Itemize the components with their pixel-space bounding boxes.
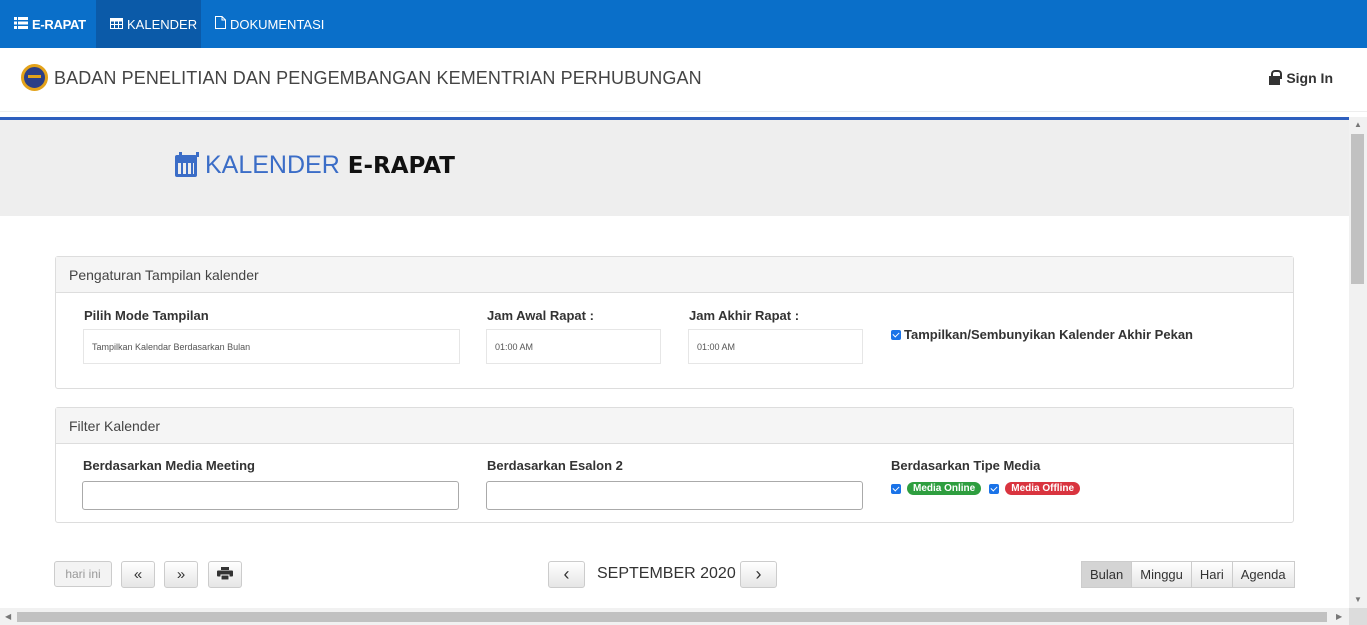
mode-select[interactable]: Tampilkan Kalendar Berdasarkan Bulan [83, 329, 460, 364]
horizontal-scroll-thumb[interactable] [17, 612, 1327, 622]
scrollbar-corner [1349, 608, 1367, 625]
offline-checkbox[interactable] [989, 483, 1000, 494]
next-month-button[interactable]: › [740, 561, 777, 588]
weekend-checkbox[interactable] [891, 329, 901, 340]
site-header: BADAN PENELITIAN DAN PENGEMBANGAN KEMENT… [0, 48, 1367, 112]
scroll-down-icon[interactable]: ▼ [1354, 595, 1362, 604]
current-month-title: SEPTEMBER 2020 [597, 565, 736, 582]
media-online-badge: Media Online [907, 482, 982, 495]
online-checkbox[interactable] [891, 483, 901, 494]
lock-icon [1269, 69, 1283, 85]
media-type-filters: Media Online Media Offline [891, 482, 1081, 495]
calendar-icon [175, 151, 199, 177]
settings-panel-heading: Pengaturan Tampilan kalender [56, 257, 1293, 293]
today-button[interactable]: hari ini [54, 561, 112, 587]
scroll-left-icon[interactable]: ◀ [5, 612, 11, 621]
scroll-up-icon[interactable]: ▲ [1354, 120, 1362, 129]
nav-item-label: DOKUMENTASI [230, 16, 325, 32]
tipe-media-label: Berdasarkan Tipe Media [891, 458, 1041, 473]
sign-in-link[interactable]: Sign In [1269, 69, 1333, 86]
vertical-scrollbar[interactable]: ▲ ▼ [1349, 117, 1367, 608]
printer-icon [217, 566, 233, 583]
sign-in-label: Sign In [1286, 70, 1333, 86]
media-meeting-select[interactable] [82, 481, 459, 510]
table-icon [110, 17, 123, 32]
ministry-logo [21, 64, 48, 91]
top-navbar: E-RAPAT KALENDER DOKUMENTASI [0, 0, 1367, 48]
view-week-button[interactable]: Minggu [1131, 561, 1192, 588]
prev-year-button[interactable]: « [121, 561, 155, 588]
end-time-input[interactable]: 01:00 AM [688, 329, 863, 364]
esalon-label: Berdasarkan Esalon 2 [487, 458, 623, 473]
nav-item-kalender[interactable]: KALENDER [96, 0, 201, 48]
view-day-button[interactable]: Hari [1190, 561, 1233, 588]
nav-item-label: KALENDER [127, 16, 198, 32]
start-time-input[interactable]: 01:00 AM [486, 329, 661, 364]
filter-panel: Filter Kalender Berdasarkan Media Meetin… [55, 407, 1294, 523]
prev-month-button[interactable]: ‹ [548, 561, 585, 588]
start-time-label: Jam Awal Rapat : [487, 308, 594, 323]
view-switcher: Bulan Minggu Hari Agenda [1081, 561, 1295, 588]
scroll-right-icon[interactable]: ▶ [1336, 612, 1342, 621]
page-title: KALENDER E-RAPAT [175, 151, 455, 180]
mode-label: Pilih Mode Tampilan [84, 308, 209, 323]
media-offline-badge: Media Offline [1005, 482, 1081, 495]
filter-panel-body: Berdasarkan Media Meeting Berdasarkan Es… [56, 444, 1293, 523]
list-icon [14, 16, 28, 32]
weekend-toggle[interactable]: Tampilkan/Sembunyikan Kalender Akhir Pek… [891, 327, 1193, 342]
page-banner: KALENDER E-RAPAT [0, 120, 1349, 216]
page-title-bold: E-RAPAT [347, 152, 455, 179]
filter-panel-heading: Filter Kalender [56, 408, 1293, 444]
view-month-button[interactable]: Bulan [1081, 561, 1133, 588]
settings-panel: Pengaturan Tampilan kalender Pilih Mode … [55, 256, 1294, 389]
weekend-label: Tampilkan/Sembunyikan Kalender Akhir Pek… [904, 327, 1193, 342]
nav-item-dokumentasi[interactable]: DOKUMENTASI [201, 0, 338, 48]
vertical-scroll-thumb[interactable] [1351, 134, 1364, 284]
file-icon [215, 16, 226, 32]
next-year-button[interactable]: » [164, 561, 198, 588]
esalon-select[interactable] [486, 481, 863, 510]
settings-panel-body: Pilih Mode Tampilan Tampilkan Kalendar B… [56, 293, 1293, 389]
media-meeting-label: Berdasarkan Media Meeting [83, 458, 255, 473]
nav-brand-label: E-RAPAT [32, 16, 86, 32]
horizontal-scrollbar[interactable]: ◀ ▶ [0, 608, 1349, 625]
end-time-label: Jam Akhir Rapat : [689, 308, 800, 323]
page-title-light: KALENDER [205, 151, 340, 179]
view-agenda-button[interactable]: Agenda [1231, 561, 1295, 588]
print-button[interactable] [208, 561, 242, 588]
header-title: BADAN PENELITIAN DAN PENGEMBANGAN KEMENT… [54, 68, 702, 88]
nav-brand[interactable]: E-RAPAT [0, 0, 100, 48]
